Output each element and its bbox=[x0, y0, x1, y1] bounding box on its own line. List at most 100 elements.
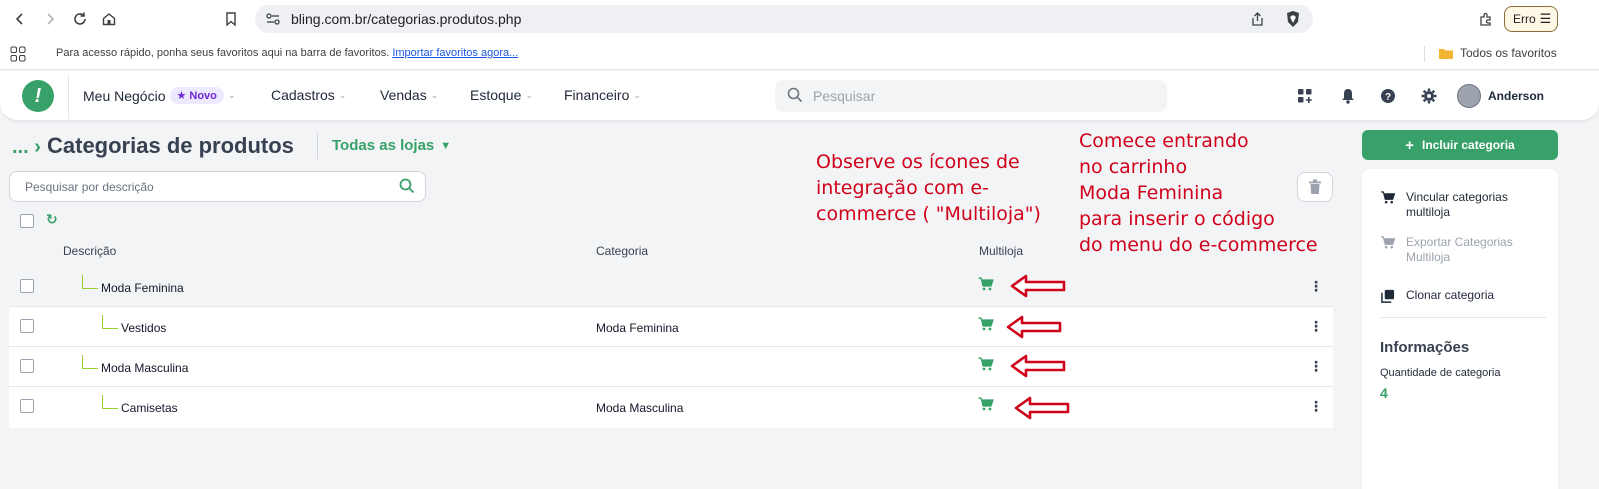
category-count-value: 4 bbox=[1380, 385, 1388, 401]
help-icon[interactable]: ? bbox=[1378, 86, 1398, 106]
back-icon[interactable] bbox=[10, 9, 30, 29]
row-checkbox[interactable] bbox=[20, 279, 34, 293]
cart-icon[interactable] bbox=[978, 317, 994, 331]
refresh-icon[interactable]: ↻ bbox=[46, 211, 58, 228]
categories-table: Moda Feminina ⋮ Vestidos Moda Feminina ⋮… bbox=[9, 267, 1333, 428]
clone-category-label: Clonar categoria bbox=[1406, 288, 1495, 302]
breadcrumb[interactable]: ... › bbox=[12, 136, 41, 159]
cart-icon[interactable] bbox=[978, 277, 994, 291]
search-icon bbox=[787, 87, 803, 103]
row-actions-icon[interactable]: ⋮ bbox=[1309, 398, 1323, 415]
category-count-label: Quantidade de categoria bbox=[1380, 367, 1501, 379]
table-row[interactable]: Camisetas Moda Masculina ⋮ bbox=[9, 387, 1333, 427]
menu-cadastros-label: Cadastros bbox=[271, 87, 335, 103]
actions-panel: Vincular categorias multiloja Exportar C… bbox=[1362, 169, 1558, 489]
column-header-multistore: Multiloja bbox=[979, 244, 1024, 258]
search-icon[interactable] bbox=[399, 178, 415, 194]
menu-cadastros[interactable]: Cadastros ⌄ bbox=[271, 87, 346, 103]
title-separator bbox=[317, 133, 318, 159]
chevron-down-icon: ⌄ bbox=[633, 89, 641, 100]
row-actions-icon[interactable]: ⋮ bbox=[1309, 358, 1323, 375]
chevron-down-icon: ⌄ bbox=[430, 89, 439, 100]
menu-financeiro[interactable]: Financeiro ⌄ bbox=[564, 87, 641, 103]
avatar[interactable] bbox=[1457, 84, 1481, 108]
gear-icon[interactable] bbox=[1419, 86, 1439, 106]
error-menu-button[interactable]: Erro ☰ bbox=[1504, 6, 1558, 32]
browser-toolbar: bling.com.br/categorias.produtos.php Err… bbox=[0, 0, 1599, 38]
bling-logo[interactable]: ! bbox=[22, 80, 54, 112]
menu-meu-negocio-label: Meu Negócio bbox=[83, 87, 166, 104]
apps-plus-icon[interactable] bbox=[1295, 86, 1315, 106]
table-row[interactable]: Moda Masculina ⋮ bbox=[9, 347, 1333, 387]
import-bookmarks-link[interactable]: Importar favoritos agora... bbox=[392, 47, 518, 59]
export-multistore-categories-action[interactable]: Exportar Categorias Multiloja bbox=[1380, 235, 1526, 265]
row-actions-icon[interactable]: ⋮ bbox=[1309, 318, 1323, 335]
annotation-line: integração com e- bbox=[816, 177, 989, 199]
description-search-input[interactable]: Pesquisar por descrição bbox=[9, 171, 426, 202]
cart-icon[interactable] bbox=[978, 397, 994, 411]
all-bookmarks-label: Todos os favoritos bbox=[1460, 46, 1557, 60]
user-name[interactable]: Anderson bbox=[1488, 89, 1544, 103]
svg-text:?: ? bbox=[1385, 92, 1391, 103]
tree-connector bbox=[102, 315, 118, 329]
clone-category-action[interactable]: Clonar categoria bbox=[1380, 288, 1494, 303]
global-search-placeholder: Pesquisar bbox=[813, 88, 876, 104]
table-row[interactable]: Moda Feminina ⋮ bbox=[9, 267, 1333, 307]
row-checkbox[interactable] bbox=[20, 359, 34, 373]
annotation-line: do menu do e-commerce bbox=[1079, 234, 1318, 256]
row-name: Vestidos bbox=[121, 321, 167, 335]
site-settings-icon[interactable] bbox=[265, 12, 281, 26]
breadcrumb-ellipsis: ... bbox=[12, 136, 29, 158]
row-category: Moda Feminina bbox=[596, 321, 679, 335]
menu-vendas[interactable]: Vendas ⌄ bbox=[380, 87, 438, 103]
global-search-input[interactable]: Pesquisar bbox=[775, 80, 1167, 112]
row-checkbox[interactable] bbox=[20, 399, 34, 413]
link-multistore-categories-label: Vincular categorias multiloja bbox=[1406, 190, 1508, 219]
annotation-cart-instructions: Comece entrando no carrinho Moda Feminin… bbox=[1079, 128, 1318, 258]
export-multistore-categories-label: Exportar Categorias Multiloja bbox=[1406, 235, 1513, 264]
bookmarks-separator bbox=[1424, 46, 1425, 62]
url-text: bling.com.br/categorias.produtos.php bbox=[291, 11, 522, 27]
apps-grid-icon[interactable] bbox=[10, 46, 26, 62]
chevron-down-icon: ⌄ bbox=[227, 90, 236, 100]
tree-connector bbox=[82, 355, 98, 369]
extensions-icon[interactable] bbox=[1476, 9, 1496, 29]
star-icon: ★ bbox=[176, 90, 187, 102]
table-row[interactable]: Vestidos Moda Feminina ⋮ bbox=[9, 307, 1333, 347]
logo-separator bbox=[68, 75, 69, 119]
annotation-arrow-left-icon bbox=[1010, 354, 1066, 378]
all-bookmarks-button[interactable]: Todos os favoritos bbox=[1438, 46, 1557, 60]
annotation-line: Moda Feminina bbox=[1079, 182, 1224, 204]
row-name: Camisetas bbox=[121, 401, 178, 415]
store-filter-dropdown[interactable]: Todas as lojas ▼ bbox=[332, 137, 451, 154]
reload-icon[interactable] bbox=[70, 9, 90, 29]
hamburger-icon: ☰ bbox=[1539, 11, 1552, 26]
menu-estoque[interactable]: Estoque ⌄ bbox=[470, 87, 533, 103]
home-icon[interactable] bbox=[99, 9, 119, 29]
column-header-category[interactable]: Categoria bbox=[596, 244, 648, 258]
cart-icon bbox=[1381, 191, 1396, 204]
bell-icon[interactable] bbox=[1338, 86, 1358, 106]
tree-connector bbox=[102, 395, 118, 409]
address-bar[interactable]: bling.com.br/categorias.produtos.php bbox=[255, 5, 1313, 33]
cart-icon[interactable] bbox=[978, 357, 994, 371]
brave-shield-icon[interactable] bbox=[1285, 10, 1301, 28]
column-header-description[interactable]: Descrição bbox=[63, 244, 116, 258]
row-actions-icon[interactable]: ⋮ bbox=[1309, 278, 1323, 295]
chevron-down-icon: ⌄ bbox=[338, 89, 347, 100]
bookmark-icon[interactable] bbox=[221, 9, 241, 29]
caret-down-icon: ▼ bbox=[440, 139, 452, 152]
app-header: ! Meu Negócio ★ Novo ⌄ Cadastros ⌄ Vendas… bbox=[0, 71, 1599, 121]
row-checkbox[interactable] bbox=[20, 319, 34, 333]
annotation-arrow-left-icon bbox=[1010, 274, 1066, 298]
bookmarks-hint-text: Para acesso rápido, ponha seus favoritos… bbox=[56, 47, 390, 59]
add-category-label: Incluir categoria bbox=[1422, 138, 1515, 152]
forward-icon[interactable] bbox=[40, 9, 60, 29]
annotation-arrow-left-icon bbox=[1006, 315, 1062, 339]
folder-icon bbox=[1439, 48, 1453, 59]
add-category-button[interactable]: + Incluir categoria bbox=[1362, 130, 1558, 160]
select-all-checkbox[interactable] bbox=[20, 214, 34, 228]
menu-meu-negocio[interactable]: Meu Negócio ★ Novo ⌄ bbox=[83, 87, 235, 104]
link-multistore-categories-action[interactable]: Vincular categorias multiloja bbox=[1380, 190, 1536, 220]
share-icon[interactable] bbox=[1249, 11, 1265, 27]
